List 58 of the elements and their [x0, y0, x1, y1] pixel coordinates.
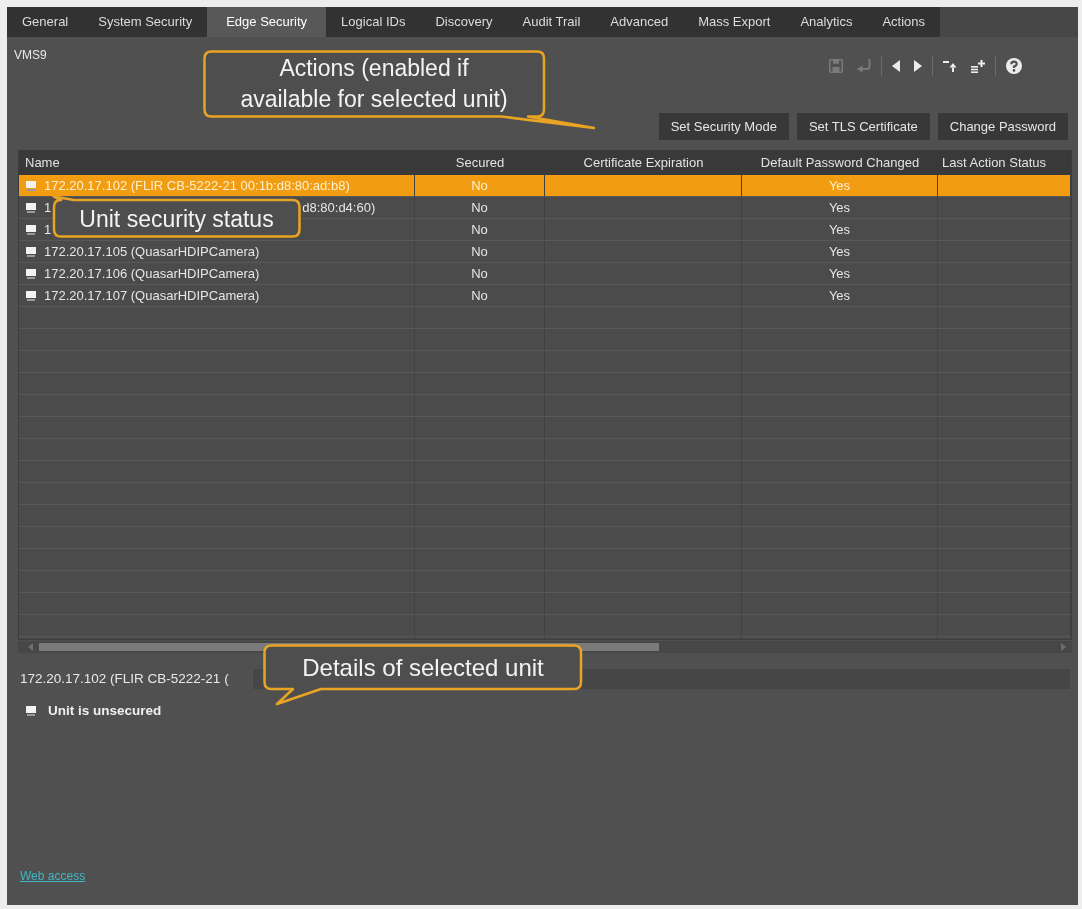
table-cell-text: Yes	[828, 286, 851, 305]
table-cell-text: No	[471, 176, 488, 195]
tab[interactable]: System Security	[83, 7, 208, 37]
tab[interactable]: Analytics	[785, 7, 868, 37]
action-button[interactable]: Change Password	[937, 113, 1068, 140]
column-header[interactable]: Secured	[455, 153, 505, 173]
tab[interactable]: General	[7, 7, 84, 37]
table-row[interactable]: 172.20.17.106 (QuasarHDIPCamera) No Yes	[19, 263, 1071, 285]
unit-name: 172.20.17.105 (QuasarHDIPCamera)	[44, 242, 260, 261]
table-row[interactable]: 172.20.17.107 (QuasarHDIPCamera) No Yes	[19, 285, 1071, 307]
table-cell-text: No	[471, 264, 488, 283]
tab[interactable]: Discovery	[420, 7, 508, 37]
left-triangle-icon[interactable]	[892, 60, 900, 72]
unit-icon	[26, 180, 36, 191]
table-cell-text: No	[471, 286, 488, 305]
table-cell-text: Yes	[828, 176, 851, 195]
tab[interactable]: Advanced	[595, 7, 684, 37]
details-title: 172.20.17.102 (FLIR CB-5222-21 (	[20, 669, 229, 688]
unit-icon	[26, 224, 36, 235]
unit-name: 172.20.17.102 (FLIR CB-5222-21 00:1b:d8:80:ad:b8)	[44, 176, 350, 195]
unit-icon	[26, 246, 36, 257]
tab[interactable]: Mass Export	[683, 7, 786, 37]
column-header[interactable]: Last Action Status	[942, 153, 1047, 173]
column-header[interactable]: Default Password Changed	[760, 153, 920, 173]
callout-tooltip: Actions (enabled if available for selected unit)	[203, 50, 597, 130]
table-cell-text: Yes	[828, 198, 851, 217]
table-cell-text: Yes	[828, 220, 851, 239]
tab[interactable]: Audit Trail	[507, 7, 596, 37]
context-title: VMS9	[14, 47, 47, 64]
table-row[interactable]: 172.20.17.105 (QuasarHDIPCamera) No Yes	[19, 241, 1071, 263]
tab[interactable]: Actions	[867, 7, 941, 37]
unit-name: 1	[44, 198, 52, 217]
callout-tooltip: Details of selected unit	[263, 644, 583, 706]
dash-up-arrow-icon[interactable]	[943, 60, 957, 72]
table-cell-text: Yes	[828, 242, 851, 261]
unit-icon	[26, 706, 36, 717]
tab[interactable]: Edge Security	[207, 7, 327, 37]
unit-icon	[26, 290, 36, 301]
unit-name: d8:80:d4:60)	[302, 198, 376, 217]
right-triangle-icon[interactable]	[914, 60, 922, 72]
table-cell-text: No	[471, 242, 488, 261]
table-cell-text: No	[471, 198, 488, 217]
callout-tooltip: Unit security status	[52, 195, 301, 238]
status-text: Unit is unsecured	[48, 702, 162, 720]
action-button[interactable]: Set Security Mode	[658, 113, 789, 140]
help-icon[interactable]	[1006, 58, 1022, 74]
column-header[interactable]: Certificate Expiration	[583, 153, 704, 173]
table-cell-text: Yes	[828, 264, 851, 283]
action-button[interactable]: Set TLS Certificate	[796, 113, 930, 140]
tab[interactable]: Logical IDs	[326, 7, 421, 37]
unit-icon	[26, 268, 36, 279]
unit-name: 172.20.17.106 (QuasarHDIPCamera)	[44, 264, 260, 283]
list-plus-icon[interactable]	[971, 59, 985, 73]
unit-name: 1	[44, 220, 52, 239]
table-cell-text: No	[471, 220, 488, 239]
column-header[interactable]: Name	[25, 153, 60, 173]
unit-icon	[26, 202, 36, 213]
unit-name: 172.20.17.107 (QuasarHDIPCamera)	[44, 286, 260, 305]
